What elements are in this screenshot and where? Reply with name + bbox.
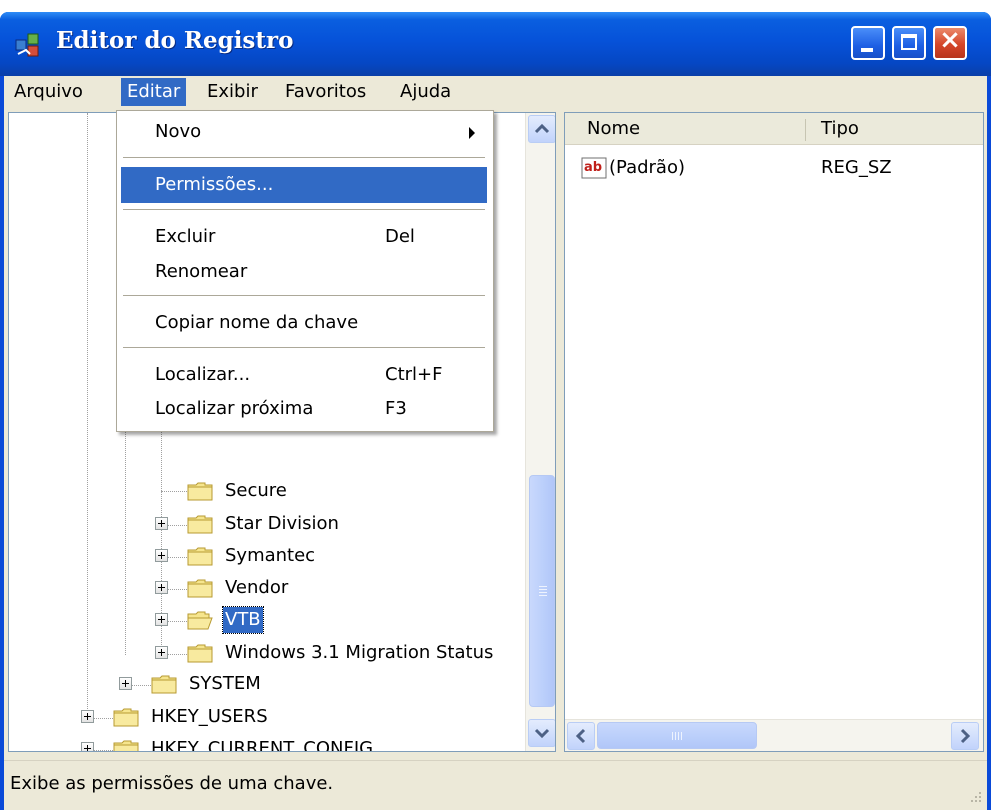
menu-exibir[interactable]: Exibir bbox=[201, 78, 264, 106]
submenu-arrow-icon bbox=[469, 127, 475, 139]
tree-node-star-division[interactable]: Star Division bbox=[223, 511, 341, 537]
close-icon: × bbox=[939, 25, 961, 55]
status-bar: Exibe as permissões de uma chave. bbox=[4, 760, 987, 808]
tree-node-vendor[interactable]: Vendor bbox=[223, 575, 290, 601]
tree-scroll-thumb[interactable] bbox=[529, 475, 555, 707]
menu-ajuda[interactable]: Ajuda bbox=[394, 78, 457, 106]
tree-node-symantec[interactable]: Symantec bbox=[223, 543, 317, 569]
tree-node-vtb[interactable]: VTB bbox=[222, 606, 264, 634]
resize-grip-icon[interactable] bbox=[967, 788, 983, 804]
folder-icon bbox=[187, 547, 213, 566]
expand-icon[interactable] bbox=[119, 677, 132, 690]
expand-icon[interactable] bbox=[81, 710, 94, 723]
folder-icon bbox=[151, 675, 177, 694]
menu-arquivo[interactable]: Arquivo bbox=[8, 78, 89, 106]
value-name[interactable]: (Padrão) bbox=[609, 155, 685, 181]
tree-connector bbox=[167, 589, 187, 590]
column-header-nome[interactable]: Nome bbox=[575, 113, 805, 145]
edit-menu-dropdown: Novo Permissões... Excluir Del Renomear … bbox=[116, 110, 494, 432]
maximize-button[interactable] bbox=[892, 26, 926, 60]
folder-icon bbox=[187, 482, 213, 501]
value-type: REG_SZ bbox=[821, 157, 892, 178]
folder-icon bbox=[187, 644, 213, 663]
list-horizontal-scrollbar[interactable] bbox=[565, 719, 983, 751]
chevron-right-icon bbox=[960, 728, 971, 744]
close-button[interactable]: × bbox=[933, 25, 967, 60]
tree-vertical-scrollbar[interactable] bbox=[525, 113, 555, 751]
menu-item-permissoes[interactable]: Permissões... bbox=[121, 167, 487, 203]
tree-node-system[interactable]: SYSTEM bbox=[187, 671, 263, 697]
title-bar[interactable]: Editor do Registro × bbox=[0, 12, 991, 76]
expand-icon[interactable] bbox=[155, 517, 168, 530]
menu-item-novo[interactable]: Novo bbox=[121, 114, 487, 150]
tree-connector bbox=[167, 654, 187, 655]
menu-item-localizar[interactable]: Localizar... Ctrl+F bbox=[121, 357, 487, 393]
tree-node-hkey-current-config[interactable]: HKEY_CURRENT_CONFIG bbox=[149, 736, 375, 751]
minimize-button[interactable] bbox=[851, 26, 885, 60]
tree-connector bbox=[167, 557, 187, 558]
string-value-icon: ab bbox=[581, 157, 607, 179]
menu-item-localizar-proxima[interactable]: Localizar próxima F3 bbox=[121, 391, 487, 427]
list-scroll-thumb[interactable] bbox=[597, 722, 757, 749]
expand-icon[interactable] bbox=[155, 581, 168, 594]
scroll-down-button[interactable] bbox=[528, 719, 555, 747]
menu-editar[interactable]: Editar bbox=[121, 78, 187, 106]
chevron-left-icon bbox=[575, 728, 586, 744]
tree-connector bbox=[161, 491, 187, 492]
status-text: Exibe as permissões de uma chave. bbox=[10, 773, 334, 794]
tree-connector bbox=[167, 525, 187, 526]
chevron-down-icon bbox=[534, 728, 550, 739]
column-header-tipo[interactable]: Tipo bbox=[809, 113, 979, 145]
minimize-icon bbox=[861, 48, 873, 52]
expand-icon[interactable] bbox=[155, 646, 168, 659]
tree-node-windows-migration-status[interactable]: Windows 3.1 Migration Status bbox=[223, 640, 495, 666]
menu-favoritos[interactable]: Favoritos bbox=[279, 78, 372, 106]
tree-connector bbox=[131, 685, 151, 686]
folder-icon bbox=[187, 579, 213, 598]
menu-item-excluir[interactable]: Excluir Del bbox=[121, 219, 487, 255]
folder-icon bbox=[113, 740, 139, 751]
list-header: Nome Tipo bbox=[565, 113, 983, 145]
tree-connector bbox=[93, 750, 113, 751]
open-folder-icon bbox=[187, 611, 213, 630]
tree-node-hkey-users[interactable]: HKEY_USERS bbox=[149, 704, 270, 730]
scroll-right-button[interactable] bbox=[951, 722, 979, 750]
maximize-icon bbox=[901, 34, 917, 50]
values-list[interactable]: Nome Tipo ab (Padrão) REG_SZ bbox=[564, 112, 984, 752]
folder-icon bbox=[113, 708, 139, 727]
registry-editor-icon bbox=[15, 33, 39, 57]
menu-item-renomear[interactable]: Renomear bbox=[121, 254, 487, 290]
chevron-up-icon bbox=[534, 123, 550, 134]
expand-icon[interactable] bbox=[155, 549, 168, 562]
tree-connector bbox=[87, 113, 88, 717]
tree-connector bbox=[167, 621, 187, 622]
scroll-left-button[interactable] bbox=[567, 722, 595, 750]
window-title: Editor do Registro bbox=[56, 27, 294, 54]
folder-icon bbox=[187, 515, 213, 534]
svg-text:ab: ab bbox=[584, 160, 602, 175]
tree-node-secure[interactable]: Secure bbox=[223, 478, 289, 504]
scroll-up-button[interactable] bbox=[528, 115, 555, 143]
expand-icon[interactable] bbox=[155, 613, 168, 626]
tree-connector bbox=[93, 718, 113, 719]
expand-icon[interactable] bbox=[81, 742, 94, 751]
menu-bar: Arquivo Editar Exibir Favoritos Ajuda bbox=[4, 76, 987, 108]
menu-item-copiar-nome-da-chave[interactable]: Copiar nome da chave bbox=[121, 305, 487, 341]
